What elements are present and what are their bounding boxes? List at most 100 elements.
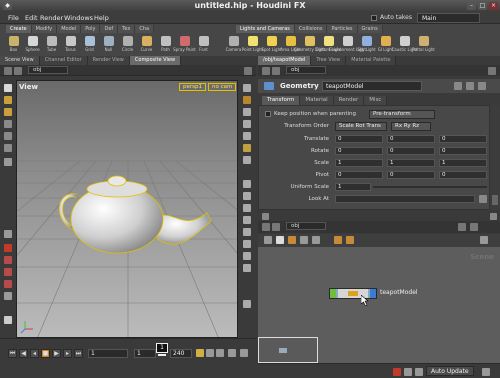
shelf-tab-0[interactable]: Create [6, 25, 32, 33]
layout-icon[interactable] [288, 236, 296, 244]
tile-mode-icon[interactable] [276, 236, 284, 244]
network-editor[interactable]: Scene teapotModel [258, 247, 500, 363]
shelf-tab-3[interactable]: Poly [81, 25, 101, 33]
template-icon[interactable] [243, 192, 251, 200]
viewport-layout-icon[interactable] [243, 300, 251, 308]
grid-icon[interactable] [243, 156, 251, 164]
sound-icon[interactable] [206, 349, 214, 357]
shelf-tool-tube[interactable]: Tube [42, 34, 61, 55]
network-link-icon[interactable] [470, 223, 478, 231]
play-reverse-icon[interactable]: ◂ [30, 349, 39, 358]
pivot-z-field[interactable]: 0 [439, 171, 487, 179]
no-cam-button[interactable]: no cam [208, 83, 237, 91]
shelf-tool-curve[interactable]: Curve [137, 34, 156, 55]
auto-takes-checkbox[interactable] [371, 14, 377, 21]
frame-icon[interactable] [243, 228, 251, 236]
translate-x-field[interactable]: 0 [335, 135, 383, 143]
network-forward-icon[interactable] [272, 223, 280, 231]
status-icon-1[interactable] [404, 368, 412, 376]
pin-icon[interactable] [244, 67, 252, 75]
shading-icon[interactable] [243, 108, 251, 116]
node-display-flag[interactable] [330, 289, 336, 298]
network-pane-menu-icon[interactable] [490, 213, 497, 220]
points-icon[interactable] [243, 132, 251, 140]
scale-y-field[interactable]: 1 [387, 159, 435, 167]
home-icon[interactable] [243, 240, 251, 248]
move-icon[interactable] [4, 120, 12, 128]
keep-position-select[interactable]: Pre-transform [369, 110, 435, 119]
param-pin-icon[interactable] [488, 67, 496, 75]
network-tab-icon[interactable] [262, 213, 269, 220]
key-icon[interactable] [196, 349, 204, 357]
help-icon[interactable] [466, 82, 474, 90]
pivot-x-field[interactable]: 0 [335, 171, 383, 179]
lock-camera-icon[interactable] [243, 84, 251, 92]
tab-material-palette[interactable]: Material Palette [346, 56, 397, 65]
menu-render[interactable]: Render [40, 14, 63, 22]
play-icon[interactable]: ▶ [52, 349, 61, 358]
realtime-icon[interactable] [216, 349, 224, 357]
rotate-x-field[interactable]: 0 [335, 147, 383, 155]
forward-icon[interactable] [14, 67, 22, 75]
snap-icon[interactable] [4, 230, 12, 238]
tab-channel-editor[interactable]: Channel Editor [39, 56, 88, 65]
current-frame-field[interactable]: 1 [134, 349, 156, 358]
select-arrow-icon[interactable] [4, 84, 12, 92]
tab-param-teapot[interactable]: /obj/teapotModel [258, 56, 312, 65]
tab-transform[interactable]: Transform [262, 96, 301, 105]
network-minimap[interactable] [258, 337, 318, 363]
uniform-scale-slider[interactable] [373, 186, 487, 188]
param-scrollbar[interactable] [490, 105, 500, 210]
shelf-tab-right-3[interactable]: Grains [357, 25, 383, 33]
tab-material[interactable]: Material [300, 96, 334, 105]
shape-palette-icon[interactable] [346, 236, 354, 244]
record-icon[interactable] [4, 244, 12, 252]
status-options-icon[interactable] [482, 368, 490, 376]
tab-scene-view[interactable]: Scene View [0, 56, 40, 65]
end-frame-field[interactable]: 240 [170, 349, 192, 358]
uniform-scale-field[interactable]: 1 [335, 183, 371, 191]
quad-view-icon[interactable] [243, 252, 251, 260]
rotate-z-field[interactable]: 0 [439, 147, 487, 155]
auto-takes-toggle[interactable]: Auto takes [371, 14, 412, 21]
display-options-icon[interactable] [243, 216, 251, 224]
pose-icon[interactable] [4, 96, 12, 104]
tab-render[interactable]: Render [333, 96, 365, 105]
wireframe-icon[interactable] [243, 120, 251, 128]
shelf-tab-1[interactable]: Modify [31, 25, 58, 33]
network-back-icon[interactable] [262, 223, 270, 231]
rotate-icon[interactable] [4, 132, 12, 140]
translate-z-field[interactable]: 0 [439, 135, 487, 143]
menu-edit[interactable]: Edit [25, 14, 38, 22]
error-icon[interactable] [393, 368, 401, 376]
display-icon[interactable] [4, 292, 12, 300]
keep-position-checkbox[interactable] [265, 111, 271, 117]
teapot-model[interactable] [59, 175, 212, 254]
tab-tree-view[interactable]: Tree View [311, 56, 347, 65]
footprint-icon[interactable] [243, 204, 251, 212]
camera-tool-icon[interactable] [4, 280, 12, 288]
view-tool-icon[interactable] [4, 268, 12, 276]
timeline-cursor[interactable] [158, 354, 166, 356]
auto-update-select[interactable]: Auto Update [426, 366, 474, 376]
playbar-options-icon[interactable] [240, 349, 248, 357]
look-at-field[interactable] [335, 195, 475, 203]
left-path-field[interactable]: obj [28, 66, 68, 74]
shelf-tool-font[interactable]: Font [194, 34, 213, 55]
minimize-icon[interactable]: – [467, 2, 476, 10]
shelf-tool-path[interactable]: Path [156, 34, 175, 55]
shelf-tool-portal-light[interactable]: Portal Light [412, 34, 435, 55]
teapot-node[interactable] [329, 288, 377, 299]
shelf-tool-environment-light[interactable]: Environment Light [329, 34, 366, 55]
start-frame-field[interactable]: 1 [88, 349, 128, 358]
stow-icon[interactable] [4, 316, 12, 324]
network-options-icon[interactable] [480, 236, 488, 244]
shelf-tool-sky-light[interactable]: Sky Light [357, 34, 376, 55]
shelf-tab-right-0[interactable]: Lights and Cameras [236, 25, 295, 33]
menu-help[interactable]: Help [94, 14, 109, 22]
gear-icon[interactable] [454, 82, 462, 90]
menu-file[interactable]: File [8, 14, 19, 22]
param-path-field[interactable]: obj [286, 66, 326, 74]
shelf-tool-camera[interactable]: Camera [224, 34, 243, 55]
paint-icon[interactable] [4, 108, 12, 116]
